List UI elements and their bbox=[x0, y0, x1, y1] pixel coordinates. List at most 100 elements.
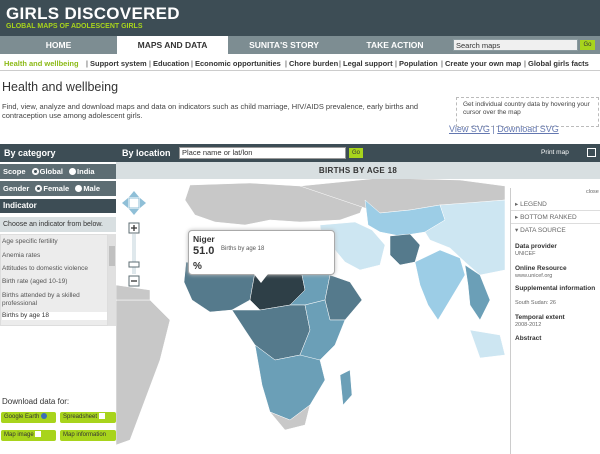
pan-down-icon[interactable] bbox=[129, 209, 139, 215]
subnav-create-your-own-map[interactable]: Create your own map bbox=[445, 59, 521, 68]
print-map-button[interactable]: Print map bbox=[541, 149, 569, 156]
map-information-button[interactable]: Map information bbox=[60, 430, 116, 441]
gender-row: Gender Female Male bbox=[0, 181, 116, 196]
subnav-chore-burden[interactable]: Chore burden bbox=[289, 59, 338, 68]
region-madagascar[interactable] bbox=[339, 369, 353, 406]
page-title: Health and wellbeing bbox=[2, 80, 119, 94]
view-svg-link[interactable]: View SVG bbox=[449, 124, 490, 134]
gender-female-label: Female bbox=[43, 184, 70, 193]
pan-right-icon[interactable] bbox=[140, 198, 146, 208]
by-location-label: By location bbox=[122, 148, 171, 158]
map-image-button[interactable]: Map image bbox=[1, 430, 56, 441]
map-navigation-control bbox=[121, 190, 147, 290]
svg-links: View SVG | Download SVG bbox=[449, 124, 559, 134]
tooltip-unit: % bbox=[193, 261, 202, 272]
online-resource-link[interactable]: www.unicef.org bbox=[515, 273, 599, 280]
gender-male-label: Male bbox=[83, 184, 100, 193]
search-go-button[interactable]: Go bbox=[580, 40, 595, 50]
indicator-heading: Indicator bbox=[0, 199, 116, 213]
download-icon bbox=[35, 431, 42, 437]
zoom-slider-handle[interactable] bbox=[128, 261, 140, 268]
indicator-item[interactable]: Age specific fertility bbox=[2, 238, 107, 246]
spreadsheet-button[interactable]: Spreadsheet bbox=[60, 412, 116, 423]
site-logo[interactable]: GIRLS DISCOVERED bbox=[6, 4, 180, 24]
provider-label: Data provider bbox=[515, 243, 557, 250]
subnav-population[interactable]: Population bbox=[399, 59, 438, 68]
supplemental-value: South Sudan: 26 bbox=[515, 300, 556, 306]
indicator-item[interactable]: Births attended by a skilled professiona… bbox=[2, 292, 107, 308]
map-title: BIRTHS BY AGE 18 bbox=[116, 162, 600, 179]
pan-left-icon[interactable] bbox=[122, 198, 128, 208]
gender-male-radio[interactable] bbox=[75, 185, 83, 192]
indicator-instructions: Choose an indicator from below. bbox=[0, 217, 116, 232]
region-south-america[interactable] bbox=[116, 299, 171, 446]
region-indonesia[interactable] bbox=[469, 329, 506, 359]
indicator-item-selected[interactable]: Births by age 18 bbox=[2, 312, 107, 320]
indicator-item[interactable]: Anemia rates bbox=[2, 252, 107, 260]
google-earth-button[interactable]: Google Earth bbox=[1, 412, 56, 423]
indicator-list: Age specific fertility Anemia rates Atti… bbox=[0, 234, 108, 326]
panel-divider bbox=[511, 210, 600, 211]
nav-maps-and-data[interactable]: MAPS AND DATA bbox=[117, 36, 228, 54]
data-source-toggle[interactable]: ▾ DATA SOURCE bbox=[515, 226, 566, 234]
region-india[interactable] bbox=[414, 249, 466, 321]
gender-label: Gender bbox=[3, 184, 30, 193]
scope-global-radio[interactable] bbox=[31, 168, 39, 175]
temporal-label: Temporal extent bbox=[515, 314, 565, 321]
supplemental-label: Supplemental information bbox=[515, 285, 596, 292]
tooltip-country: Niger bbox=[193, 234, 215, 244]
subnav-support-system[interactable]: Support system bbox=[90, 59, 147, 68]
bottom-ranked-toggle[interactable]: ▸ BOTTOM RANKED bbox=[515, 213, 577, 221]
tooltip-value: 51.0 bbox=[193, 245, 215, 257]
zoom-slider-track[interactable] bbox=[132, 234, 136, 274]
region-afghanistan[interactable] bbox=[389, 233, 421, 266]
legend-toggle[interactable]: ▸ LEGEND bbox=[515, 200, 547, 208]
fullscreen-icon[interactable] bbox=[587, 148, 596, 157]
scope-row: Scope Global India bbox=[0, 164, 116, 179]
abstract-label: Abstract bbox=[515, 335, 542, 342]
scope-label: Scope bbox=[3, 167, 26, 176]
subnav-economic-opportunities[interactable]: Economic opportunities bbox=[195, 59, 281, 68]
site-tagline: GLOBAL MAPS OF ADOLESCENT GIRLS bbox=[6, 23, 143, 30]
place-go-button[interactable]: Go bbox=[349, 148, 363, 158]
country-tooltip: Niger 51.0 Births by age 18 % bbox=[188, 230, 335, 275]
region-central-africa[interactable] bbox=[231, 304, 311, 361]
globe-icon bbox=[41, 413, 48, 419]
search-maps-input[interactable]: Search maps bbox=[453, 39, 578, 51]
nav-take-action[interactable]: TAKE ACTION bbox=[340, 36, 450, 54]
download-label: Download data for: bbox=[2, 397, 70, 406]
info-panel: close ▸ LEGEND ▸ BOTTOM RANKED ▾ DATA SO… bbox=[510, 188, 600, 454]
provider-value: UNICEF bbox=[515, 251, 536, 257]
region-ethiopia[interactable] bbox=[324, 274, 363, 321]
nav-home[interactable]: HOME bbox=[0, 36, 117, 54]
subnav-legal-support[interactable]: Legal support bbox=[343, 59, 393, 68]
by-category-heading: By category bbox=[4, 148, 56, 158]
tooltip-indicator-label: Births by age 18 bbox=[221, 246, 265, 252]
temporal-value: 2008-2012 bbox=[515, 322, 542, 328]
page-intro: Find, view, analyze and download maps an… bbox=[2, 102, 419, 120]
indicator-item[interactable]: Attitudes to domestic violence bbox=[2, 265, 107, 273]
place-search-input[interactable]: Place name or lat/lon bbox=[179, 147, 346, 159]
download-icon bbox=[98, 413, 105, 419]
subnav-global-girls-facts[interactable]: Global girls facts bbox=[528, 59, 589, 68]
site-header: GIRLS DISCOVERED GLOBAL MAPS OF ADOLESCE… bbox=[0, 0, 600, 36]
nav-sunitas-story[interactable]: SUNITA'S STORY bbox=[228, 36, 340, 54]
indicator-item[interactable]: Birth rate (aged 10-19) bbox=[2, 278, 107, 286]
online-resource-label: Online Resource bbox=[515, 265, 567, 272]
subnav-health-wellbeing[interactable]: Health and wellbeing bbox=[4, 59, 79, 68]
tooltip-pointer bbox=[254, 274, 268, 283]
pan-up-icon[interactable] bbox=[129, 191, 139, 197]
hover-tip: Get individual country data by hovering … bbox=[456, 97, 599, 127]
pan-center-icon[interactable] bbox=[128, 197, 140, 209]
download-svg-link[interactable]: Download SVG bbox=[497, 124, 559, 134]
panel-divider bbox=[511, 223, 600, 224]
gender-female-radio[interactable] bbox=[35, 185, 43, 192]
pan-control[interactable] bbox=[122, 191, 146, 215]
sub-nav: Health and wellbeing | Support system | … bbox=[0, 57, 600, 71]
scope-india-label: India bbox=[77, 167, 95, 176]
indicator-scroll-thumb[interactable] bbox=[109, 246, 115, 266]
panel-close-button[interactable]: close bbox=[586, 189, 599, 195]
scope-global-label: Global bbox=[39, 167, 63, 176]
subnav-education[interactable]: Education bbox=[153, 59, 189, 68]
scope-india-radio[interactable] bbox=[69, 168, 77, 175]
